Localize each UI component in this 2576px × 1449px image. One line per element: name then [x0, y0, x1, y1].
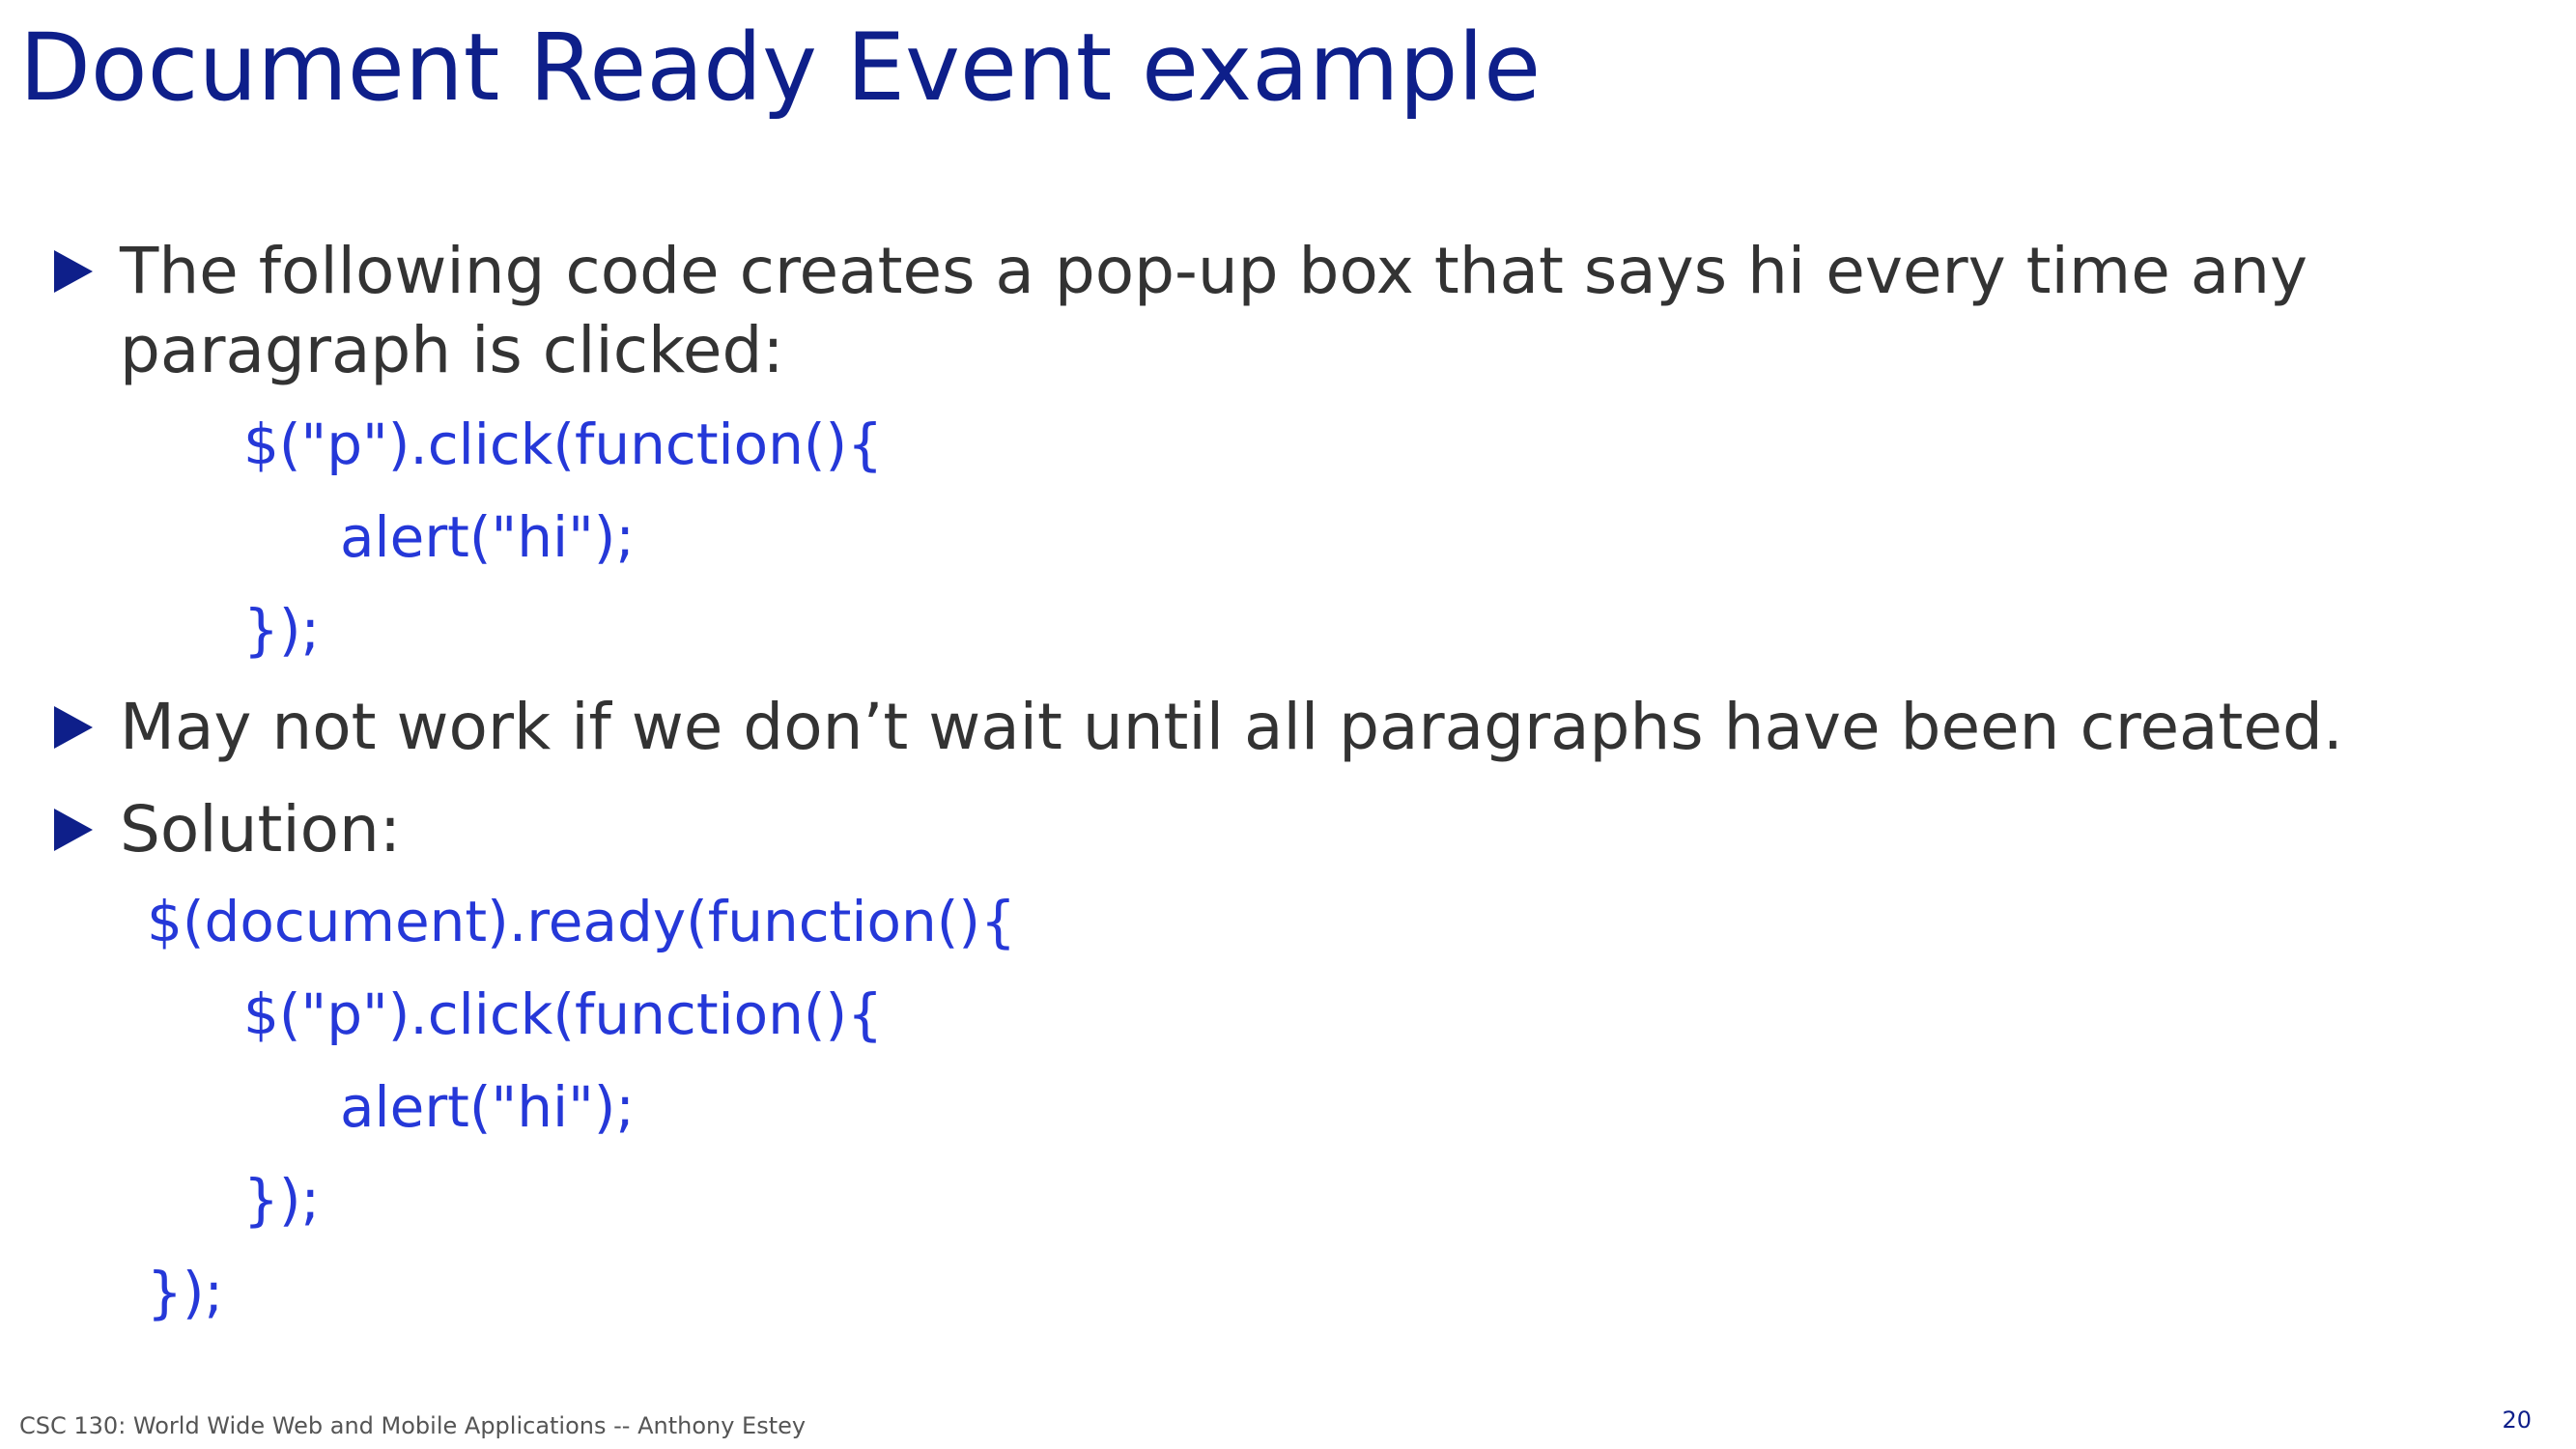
triangle-right-icon	[54, 688, 99, 767]
bullet-2-line-1: May not work if we don’t wait until all …	[120, 690, 2343, 764]
bullet-1-line-2: paragraph is clicked:	[120, 313, 784, 387]
code-line: $(document).ready(function(){	[147, 889, 1016, 954]
triangle-right-icon	[54, 232, 99, 311]
page-number: 20	[2502, 1406, 2532, 1434]
code-line: alert("hi");	[340, 1074, 635, 1140]
bullet-item-1: The following code creates a pop-up box …	[54, 232, 2307, 390]
slide-title: Document Ready Event example	[19, 14, 1542, 122]
bullet-3-line-1: Solution:	[120, 792, 402, 867]
bullet-item-2: May not work if we don’t wait until all …	[54, 688, 2343, 767]
bullet-item-3: Solution:	[54, 790, 401, 869]
footer-course-info: CSC 130: World Wide Web and Mobile Appli…	[19, 1412, 807, 1439]
code-line: });	[243, 597, 321, 663]
bullet-1-line-1: The following code creates a pop-up box …	[120, 234, 2308, 308]
code-line: $("p").click(function(){	[243, 412, 884, 477]
code-line: });	[243, 1167, 321, 1233]
code-line: });	[147, 1260, 224, 1325]
code-line: $("p").click(function(){	[243, 981, 884, 1047]
triangle-right-icon	[54, 790, 99, 869]
code-line: alert("hi");	[340, 504, 635, 570]
